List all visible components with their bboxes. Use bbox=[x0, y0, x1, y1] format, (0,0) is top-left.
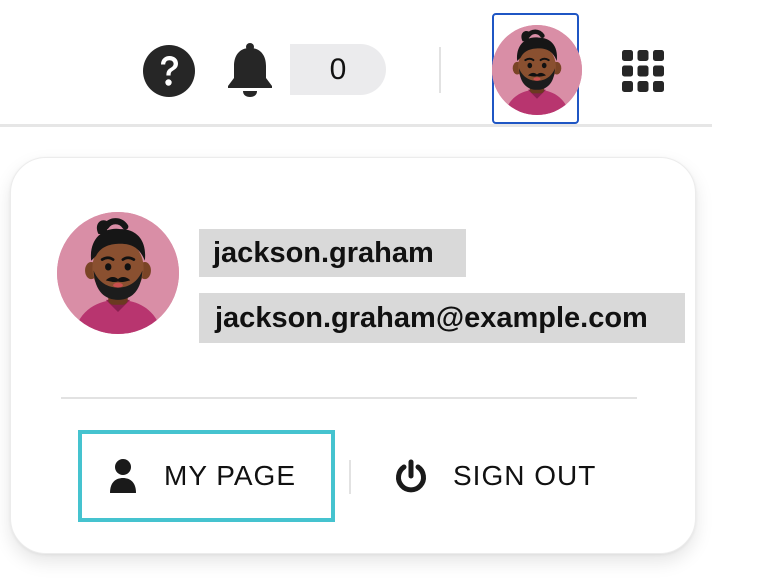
sign-out-label: SIGN OUT bbox=[453, 460, 597, 491]
power-icon bbox=[396, 459, 426, 493]
user-icon bbox=[110, 459, 136, 493]
action-divider bbox=[349, 460, 351, 494]
profile-menu: jackson.graham jackson.graham@example.co… bbox=[10, 157, 696, 554]
account-avatar-button[interactable] bbox=[492, 13, 582, 124]
sign-out-button[interactable]: SIGN OUT bbox=[381, 438, 611, 514]
toolbar-divider bbox=[439, 47, 441, 93]
menu-divider bbox=[61, 397, 637, 399]
my-page-label: MY PAGE bbox=[164, 460, 297, 491]
profile-email: jackson.graham@example.com bbox=[199, 293, 685, 343]
user-avatar bbox=[492, 25, 582, 115]
profile-avatar bbox=[57, 212, 179, 334]
top-bar: 0 bbox=[0, 0, 712, 127]
apps-grid-icon[interactable] bbox=[622, 50, 664, 92]
notification-count-badge[interactable]: 0 bbox=[290, 44, 386, 95]
help-circle-icon[interactable] bbox=[142, 44, 196, 98]
bell-icon[interactable] bbox=[224, 42, 276, 98]
my-page-button[interactable]: MY PAGE bbox=[78, 430, 335, 522]
profile-username: jackson.graham bbox=[199, 229, 466, 277]
